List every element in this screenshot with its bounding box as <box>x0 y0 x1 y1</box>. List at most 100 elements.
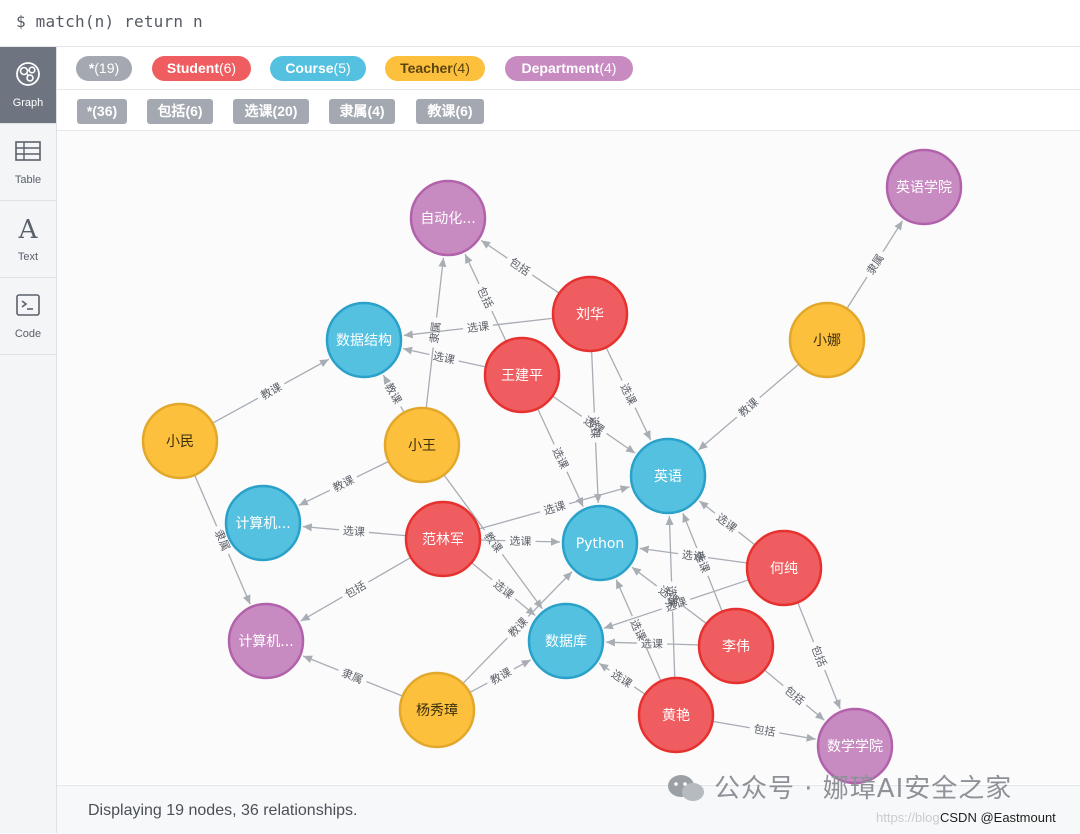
relationship-edge[interactable]: 教课 <box>298 461 389 506</box>
view-sidebar: Graph Table A Text Code <box>0 47 57 833</box>
graph-node-teacher[interactable]: 小王 <box>383 406 461 484</box>
relationship-edge[interactable]: 包括 <box>797 603 841 710</box>
rel-type-tag-all[interactable]: *(36) <box>77 99 127 124</box>
relationship-arrow <box>302 655 339 671</box>
relationship-edge[interactable]: 隶属 <box>425 257 447 408</box>
relationship-edge[interactable]: 教课 <box>470 659 532 693</box>
relationship-line <box>400 406 405 413</box>
pill-name: Course <box>285 60 334 76</box>
relationship-edge[interactable]: 包括 <box>300 557 411 622</box>
node-caption: 数据结构 <box>336 333 392 349</box>
relationship-label: 教课 <box>488 665 514 687</box>
rel-type-tag-lishu[interactable]: 隶属(4) <box>329 99 395 124</box>
graph-node-course[interactable]: 数据结构 <box>325 301 403 379</box>
relationship-edge[interactable]: 选课 <box>471 562 536 616</box>
graph-node-student[interactable]: 王建平 <box>483 336 561 414</box>
relationship-edge[interactable]: 隶属 <box>302 655 403 697</box>
node-label-pill-student[interactable]: Student(6) <box>152 56 251 81</box>
view-table-button[interactable]: Table <box>0 124 56 201</box>
node-label-pill-course[interactable]: Course(5) <box>270 56 366 81</box>
relationship-edge[interactable]: 选课 <box>615 579 662 681</box>
relationship-line <box>689 579 749 601</box>
graph-node-teacher[interactable]: 杨秀璋 <box>398 671 476 749</box>
relationship-label: 教课 <box>481 530 505 555</box>
relationship-arrow <box>824 669 841 710</box>
graph-node-student[interactable]: 范林军 <box>404 500 482 578</box>
relationship-label: 教课 <box>259 380 285 402</box>
pill-name: Teacher <box>400 60 453 76</box>
relationship-edge[interactable]: 选课 <box>403 317 553 339</box>
relationship-label: 隶属 <box>427 321 443 344</box>
graph-node-course[interactable]: 数据库 <box>527 602 605 680</box>
relationship-edge[interactable]: 选课 <box>665 515 679 678</box>
graph-node-student[interactable]: 刘华 <box>551 275 629 353</box>
graph-node-teacher[interactable]: 小娜 <box>788 301 866 379</box>
graph-node-department[interactable]: 自动化... <box>409 179 487 257</box>
relationship-arrow <box>593 442 602 504</box>
node-label-pill-department[interactable]: Department(4) <box>505 56 633 81</box>
graph-node-student[interactable]: 何纯 <box>745 529 823 607</box>
node-label-pill-all[interactable]: *(19) <box>76 56 132 81</box>
relationship-line <box>797 603 815 643</box>
pill-count: (4) <box>599 60 617 76</box>
graph-icon <box>16 62 40 86</box>
rel-type-tag-jiaoke[interactable]: 教课(6) <box>416 99 484 124</box>
relationship-edge[interactable]: 选课 <box>605 347 652 441</box>
relationship-edge[interactable]: 选课 <box>605 637 699 651</box>
graph-node-student[interactable]: 李伟 <box>697 607 775 685</box>
view-graph-button[interactable]: Graph <box>0 47 56 124</box>
relationship-arrow <box>697 416 738 451</box>
node-caption: 李伟 <box>722 639 750 655</box>
graph-node-course[interactable]: 计算机... <box>224 484 302 562</box>
relationship-arrow <box>779 732 816 742</box>
view-text-button[interactable]: A Text <box>0 201 56 278</box>
relationship-arrow <box>382 374 392 385</box>
relationship-edge[interactable]: 包括 <box>480 239 559 294</box>
graph-node-department[interactable]: 计算机... <box>227 602 305 680</box>
view-code-button[interactable]: Code <box>0 278 56 355</box>
relationship-arrow <box>298 489 331 506</box>
pill-count: (4) <box>452 60 470 76</box>
rel-type-tag-baokuo[interactable]: 包括(6) <box>147 99 213 124</box>
relationship-label: 选课 <box>509 535 531 549</box>
relationship-line <box>212 397 259 424</box>
node-caption: 王建平 <box>501 368 543 384</box>
relationship-edge[interactable]: 教课 <box>212 358 330 424</box>
graph-node-teacher[interactable]: 小民 <box>141 402 219 480</box>
relationship-label: 选课 <box>665 585 679 607</box>
graph-node-department[interactable]: 英语学院 <box>885 148 963 226</box>
relationship-edge[interactable]: 教课 <box>697 364 799 451</box>
node-label-pill-teacher[interactable]: Teacher(4) <box>385 56 485 81</box>
relationship-edge[interactable]: 选课 <box>698 500 755 545</box>
relationship-line <box>492 317 553 326</box>
relationship-label: 选课 <box>550 446 571 471</box>
query-bar[interactable]: $ match(n) return n <box>0 0 1080 47</box>
rel-type-tag-xuanke[interactable]: 选课(20) <box>233 99 309 124</box>
node-caption: 小王 <box>408 438 436 454</box>
node-caption: 数学学院 <box>827 739 883 755</box>
relationship-edge[interactable]: 选课 <box>537 409 584 507</box>
relationship-line <box>764 669 784 687</box>
graph-canvas[interactable]: 包括 包括 选课 选课 选课 选课 选课 选课 隶属 教课 教课 教课 教课 隶属 隶属 教课 选课 包括 选课 选课… <box>57 131 1080 785</box>
relationship-label: 教课 <box>382 381 404 407</box>
relationship-arrow <box>805 704 825 721</box>
graph-svg[interactable]: 包括包括选课选课选课选课选课选课隶属教课教课教课教课隶属隶属教课选课包括选课选课… <box>57 131 1080 785</box>
node-caption: 计算机... <box>235 516 290 532</box>
relationship-edge[interactable]: 包括 <box>764 669 825 721</box>
graph-node-course[interactable]: 英语 <box>629 437 707 515</box>
relationship-line <box>368 531 406 537</box>
relationship-edge[interactable]: 选课 <box>302 523 406 539</box>
pill-count: (6) <box>218 60 237 76</box>
relationship-edge[interactable]: 隶属 <box>846 220 904 309</box>
relationship-edge[interactable]: 包括 <box>713 720 816 742</box>
relationship-edge[interactable]: 选课 <box>402 346 486 368</box>
relationship-label: 选课 <box>432 349 456 366</box>
graph-node-student[interactable]: 黄艳 <box>637 676 715 754</box>
relationship-edge[interactable]: 选课 <box>598 662 645 695</box>
relationship-edge[interactable]: 教课 <box>382 374 405 413</box>
relationship-line <box>356 461 389 478</box>
query-text[interactable]: $ match(n) return n <box>16 12 203 31</box>
relationship-arrow <box>634 407 652 441</box>
graph-node-course[interactable]: Python <box>561 504 639 582</box>
relationship-line <box>537 409 555 445</box>
